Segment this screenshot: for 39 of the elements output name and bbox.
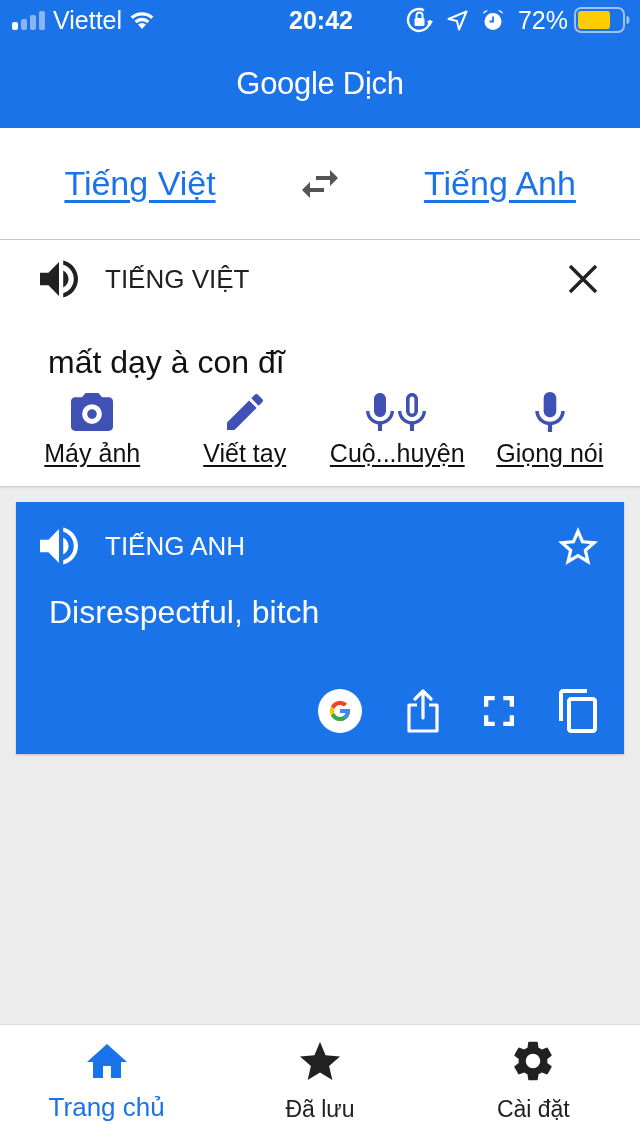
alarm-clock-icon (481, 9, 504, 31)
target-language-link[interactable]: Tiếng Anh (424, 164, 576, 203)
pen-icon (226, 394, 263, 430)
speaker-icon (40, 527, 78, 565)
source-language-label: TIẾNG VIỆT (105, 263, 251, 295)
signal-icon (12, 10, 45, 30)
location-arrow-icon (446, 9, 468, 31)
translated-text: Disrespectful, bitch (48, 593, 321, 632)
settings-tab[interactable]: Cài đặt (426, 1025, 640, 1136)
app-title: Google Dịch (236, 66, 404, 102)
handwriting-button[interactable]: Viết tay (168, 392, 321, 468)
star-icon (300, 1042, 340, 1080)
saved-tab[interactable]: Đã lưu (213, 1025, 427, 1136)
copy-icon (558, 689, 598, 733)
camera-icon (71, 393, 114, 431)
source-text[interactable]: mất dạy à con đĩ (0, 340, 640, 384)
wifi-icon (130, 11, 155, 29)
voice-button[interactable]: Giọng nói (473, 392, 626, 468)
home-icon (86, 1044, 127, 1078)
swap-arrows-icon (302, 169, 338, 198)
share-icon (406, 689, 440, 733)
battery-percent: 72% (517, 5, 568, 35)
rotation-lock-icon (405, 7, 433, 33)
conversation-button[interactable]: Cuộ...huyện (321, 392, 474, 468)
home-tab[interactable]: Trang chủ (0, 1025, 214, 1136)
target-language-label: TIẾNG ANH (105, 530, 247, 562)
carrier-name: Viettel (53, 5, 123, 35)
microphone-icon (534, 392, 565, 432)
close-icon (568, 264, 598, 294)
star-icon (558, 527, 598, 565)
two-microphones-icon (366, 392, 429, 432)
battery-icon (574, 7, 630, 33)
fullscreen-icon (484, 696, 514, 726)
google-g-icon (318, 689, 362, 733)
settings-icon (514, 1041, 553, 1081)
clock-time: 20:42 (289, 5, 353, 35)
source-language-link[interactable]: Tiếng Việt (64, 164, 216, 203)
speaker-icon (40, 260, 78, 298)
camera-button[interactable]: Máy ảnh (16, 392, 169, 468)
